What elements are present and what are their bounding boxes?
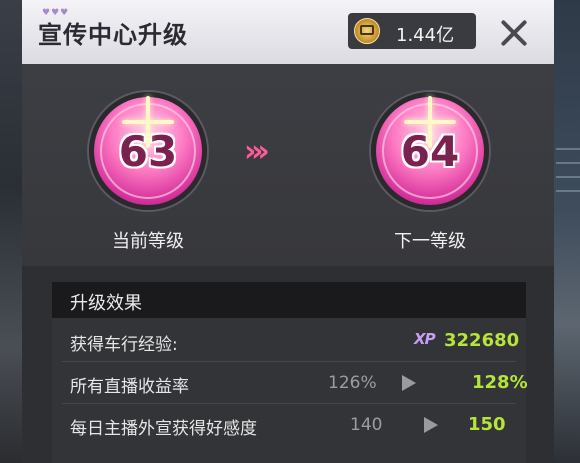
effect-row-xp: 获得车行经验: XP 322680 <box>52 320 526 362</box>
upgrade-dialog: ♥♥♥ 宣传中心升级 1.44亿 63 当前等级 »› 64 下一等级 升级效果… <box>22 0 554 463</box>
effect-new-value: 128% <box>472 372 528 393</box>
effect-new-value: 322680 <box>444 330 520 351</box>
effect-label: 每日主播外宣获得好感度 <box>70 419 257 439</box>
effects-header: 升级效果 <box>52 282 526 318</box>
arrow-right-icon <box>402 375 416 391</box>
arrow-right-icon <box>424 417 438 433</box>
xp-icon: XP <box>414 330 436 348</box>
effects-title: 升级效果 <box>70 293 142 314</box>
effect-old-value: 140 <box>350 415 383 435</box>
background-right-edge <box>554 0 580 463</box>
next-level-label: 下一等级 <box>394 231 466 252</box>
effect-label: 所有直播收益率 <box>70 377 189 397</box>
effect-label: 获得车行经验: <box>70 335 178 355</box>
effect-old-value: 126% <box>328 373 377 393</box>
current-level-label: 当前等级 <box>112 231 184 252</box>
effect-new-value: 150 <box>468 414 506 435</box>
coin-icon <box>354 18 380 44</box>
level-section: 63 当前等级 »› 64 下一等级 <box>22 64 554 266</box>
effect-row-income-rate: 所有直播收益率 126% 128% <box>52 362 528 404</box>
dialog-header: ♥♥♥ 宣传中心升级 1.44亿 <box>22 0 554 64</box>
level-arrow-icon: »› <box>244 134 270 169</box>
background-left-edge <box>0 0 22 463</box>
upgrade-effects-table: 升级效果 获得车行经验: XP 322680 所有直播收益率 126% 128%… <box>52 282 528 463</box>
effect-row-favorability: 每日主播外宣获得好感度 140 150 <box>52 404 526 446</box>
dialog-title: 宣传中心升级 <box>38 21 188 49</box>
close-icon[interactable] <box>494 14 534 52</box>
currency-amount: 1.44亿 <box>396 25 455 46</box>
currency-display: 1.44亿 <box>348 13 476 49</box>
